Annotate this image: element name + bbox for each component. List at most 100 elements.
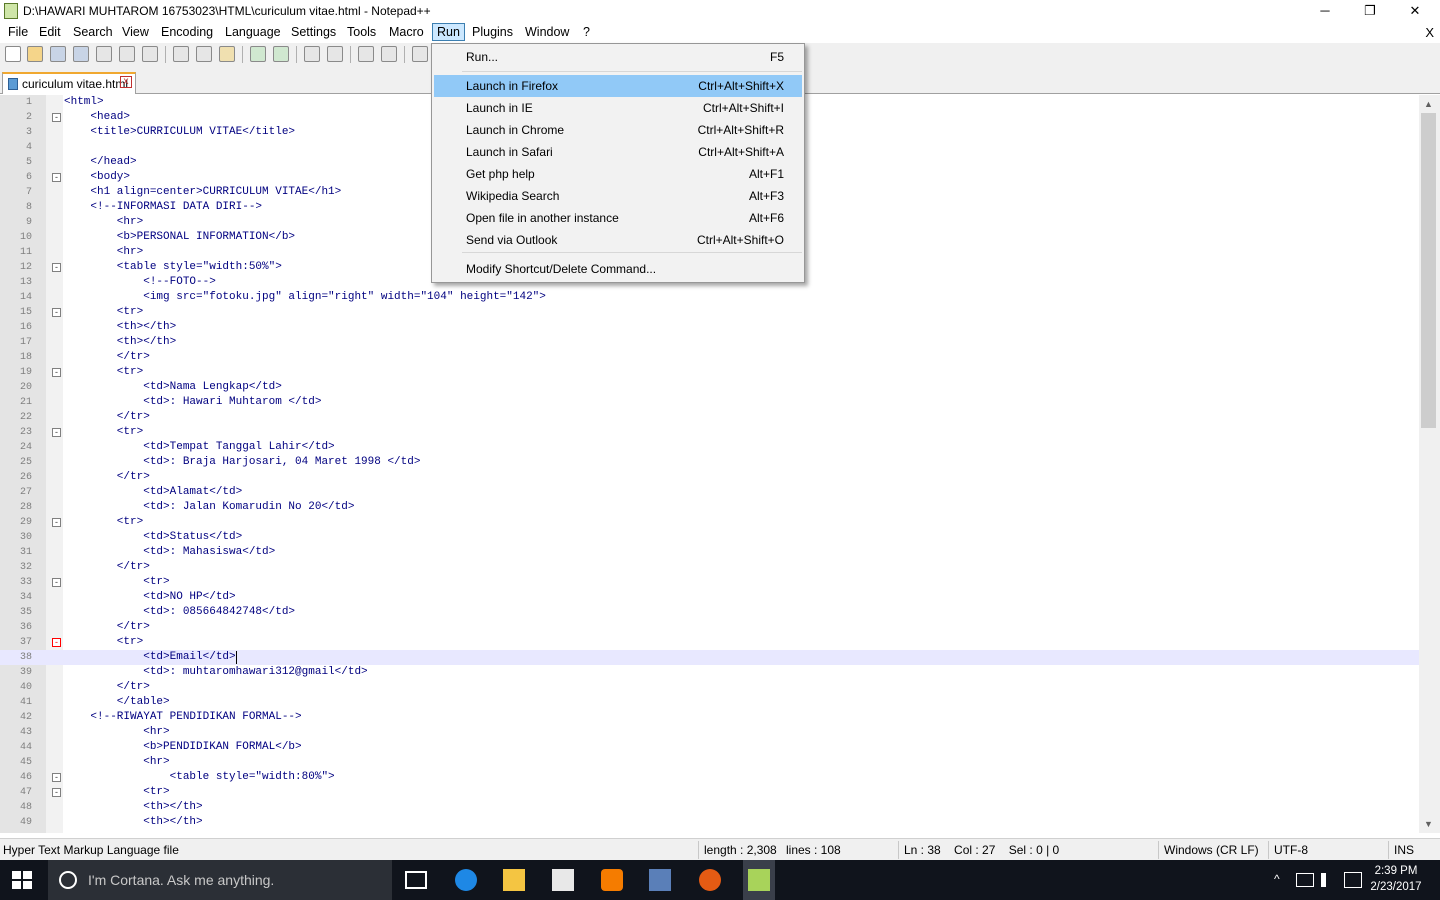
code-line[interactable]: 14 <img src="fotoku.jpg" align="right" w… <box>0 290 1419 305</box>
menu-file[interactable]: File <box>8 25 28 39</box>
code-line[interactable]: 35 <td>: 085664842748</td> <box>0 605 1419 620</box>
zoom-out-icon[interactable] <box>381 46 397 62</box>
save-icon[interactable] <box>50 46 66 62</box>
code-line[interactable]: 48 <th></th> <box>0 800 1419 815</box>
fold-toggle-icon[interactable]: - <box>52 518 61 527</box>
code-line[interactable]: 31 <td>: Mahasiswa</td> <box>0 545 1419 560</box>
code-line[interactable]: 45 <hr> <box>0 755 1419 770</box>
open-file-icon[interactable] <box>27 46 43 62</box>
code-line[interactable]: 33 - <tr> <box>0 575 1419 590</box>
cortana-search-box[interactable]: I'm Cortana. Ask me anything. <box>48 860 392 900</box>
firefox-icon[interactable] <box>699 869 721 891</box>
menu-language[interactable]: Language <box>225 25 281 39</box>
run-menu-item[interactable]: Launch in Safari Ctrl+Alt+Shift+A <box>434 141 802 163</box>
run-menu-item[interactable]: Get php help Alt+F1 <box>434 163 802 185</box>
code-line[interactable]: 30 <td>Status</td> <box>0 530 1419 545</box>
uc-browser-icon[interactable] <box>601 869 623 891</box>
menu-settings[interactable]: Settings <box>291 25 336 39</box>
code-line[interactable]: 20 <td>Nama Lengkap</td> <box>0 380 1419 395</box>
menu-help[interactable]: ? <box>583 25 590 39</box>
close-window-button[interactable]: ✕ <box>1392 0 1438 22</box>
volume-muted-icon[interactable] <box>1321 873 1337 887</box>
find-icon[interactable] <box>304 46 320 62</box>
edge-browser-icon[interactable] <box>455 869 477 891</box>
replace-icon[interactable] <box>327 46 343 62</box>
fold-toggle-icon[interactable]: - <box>52 773 61 782</box>
print-icon[interactable] <box>142 46 158 62</box>
code-line[interactable]: 39 <td>: muhtaromhawari312@gmail</td> <box>0 665 1419 680</box>
run-menu-item[interactable]: Launch in Firefox Ctrl+Alt+Shift+X <box>434 75 802 97</box>
redo-icon[interactable] <box>273 46 289 62</box>
code-line[interactable]: 46 - <table style="width:80%"> <box>0 770 1419 785</box>
code-line[interactable]: 16 <th></th> <box>0 320 1419 335</box>
sync-scroll-icon[interactable] <box>412 46 428 62</box>
code-line[interactable]: 43 <hr> <box>0 725 1419 740</box>
fold-toggle-icon[interactable]: - <box>52 113 61 122</box>
close-all-icon[interactable] <box>119 46 135 62</box>
fold-toggle-icon[interactable]: - <box>52 173 61 182</box>
close-document-button[interactable]: X <box>1425 25 1434 40</box>
run-menu-item[interactable]: Send via Outlook Ctrl+Alt+Shift+O <box>434 229 802 251</box>
code-line[interactable]: 37 - <tr> <box>0 635 1419 650</box>
code-line[interactable]: 26 </tr> <box>0 470 1419 485</box>
code-line[interactable]: 24 <td>Tempat Tanggal Lahir</td> <box>0 440 1419 455</box>
code-line[interactable]: 44 <b>PENDIDIKAN FORMAL</b> <box>0 740 1419 755</box>
code-line[interactable]: 40 </tr> <box>0 680 1419 695</box>
code-line[interactable]: 47 - <tr> <box>0 785 1419 800</box>
tab-curiculum-vitae[interactable]: curiculum vitae.html x <box>2 72 136 94</box>
file-explorer-icon[interactable] <box>503 869 525 891</box>
network-icon[interactable] <box>1296 873 1314 887</box>
menu-run[interactable]: Run <box>432 23 465 41</box>
code-line[interactable]: 34 <td>NO HP</td> <box>0 590 1419 605</box>
scroll-up-icon[interactable]: ▲ <box>1424 99 1433 109</box>
run-menu-item[interactable]: Run... F5 <box>434 46 802 68</box>
store-icon[interactable] <box>552 869 574 891</box>
menu-encoding[interactable]: Encoding <box>161 25 213 39</box>
restore-button[interactable]: ❐ <box>1347 0 1393 22</box>
fold-toggle-icon[interactable]: - <box>52 788 61 797</box>
fold-toggle-icon[interactable]: - <box>52 578 61 587</box>
task-view-icon[interactable] <box>405 871 427 889</box>
code-line[interactable]: 36 </tr> <box>0 620 1419 635</box>
scroll-down-icon[interactable]: ▼ <box>1424 819 1433 829</box>
menu-view[interactable]: View <box>122 25 149 39</box>
run-menu-item[interactable]: Launch in IE Ctrl+Alt+Shift+I <box>434 97 802 119</box>
start-windows-icon[interactable] <box>12 871 32 889</box>
code-line[interactable]: 29 - <tr> <box>0 515 1419 530</box>
fold-toggle-icon[interactable]: - <box>52 263 61 272</box>
code-line[interactable]: 49 <th></th> <box>0 815 1419 830</box>
run-menu-item[interactable]: Launch in Chrome Ctrl+Alt+Shift+R <box>434 119 802 141</box>
fold-toggle-icon[interactable]: - <box>52 638 61 647</box>
paste-icon[interactable] <box>219 46 235 62</box>
menu-plugins[interactable]: Plugins <box>472 25 513 39</box>
cut-icon[interactable] <box>173 46 189 62</box>
close-file-icon[interactable] <box>96 46 112 62</box>
menu-tools[interactable]: Tools <box>347 25 376 39</box>
code-line[interactable]: 27 <td>Alamat</td> <box>0 485 1419 500</box>
code-line[interactable]: 38 <td>Email</td> <box>0 650 1419 665</box>
code-line[interactable]: 17 <th></th> <box>0 335 1419 350</box>
code-line[interactable]: 21 <td>: Hawari Muhtarom </td> <box>0 395 1419 410</box>
tab-close-icon[interactable]: x <box>120 76 132 88</box>
code-line[interactable]: 42 <!--RIWAYAT PENDIDIKAN FORMAL--> <box>0 710 1419 725</box>
code-line[interactable]: 22 </tr> <box>0 410 1419 425</box>
run-menu-item[interactable]: Wikipedia Search Alt+F3 <box>434 185 802 207</box>
vertical-scrollbar[interactable]: ▲ ▼ <box>1419 95 1440 833</box>
copy-icon[interactable] <box>196 46 212 62</box>
undo-icon[interactable] <box>250 46 266 62</box>
code-line[interactable]: 18 </tr> <box>0 350 1419 365</box>
code-line[interactable]: 41 </table> <box>0 695 1419 710</box>
fold-toggle-icon[interactable]: - <box>52 368 61 377</box>
fold-toggle-icon[interactable]: - <box>52 308 61 317</box>
menu-edit[interactable]: Edit <box>39 25 61 39</box>
run-menu-item[interactable]: Open file in another instance Alt+F6 <box>434 207 802 229</box>
menu-macro[interactable]: Macro <box>389 25 424 39</box>
menu-search[interactable]: Search <box>73 25 113 39</box>
virtualbox-icon[interactable] <box>649 869 671 891</box>
tray-chevron-icon[interactable]: ^ <box>1274 872 1280 886</box>
fold-toggle-icon[interactable]: - <box>52 428 61 437</box>
code-line[interactable]: 23 - <tr> <box>0 425 1419 440</box>
menu-window[interactable]: Window <box>525 25 569 39</box>
code-line[interactable]: 32 </tr> <box>0 560 1419 575</box>
zoom-in-icon[interactable] <box>358 46 374 62</box>
